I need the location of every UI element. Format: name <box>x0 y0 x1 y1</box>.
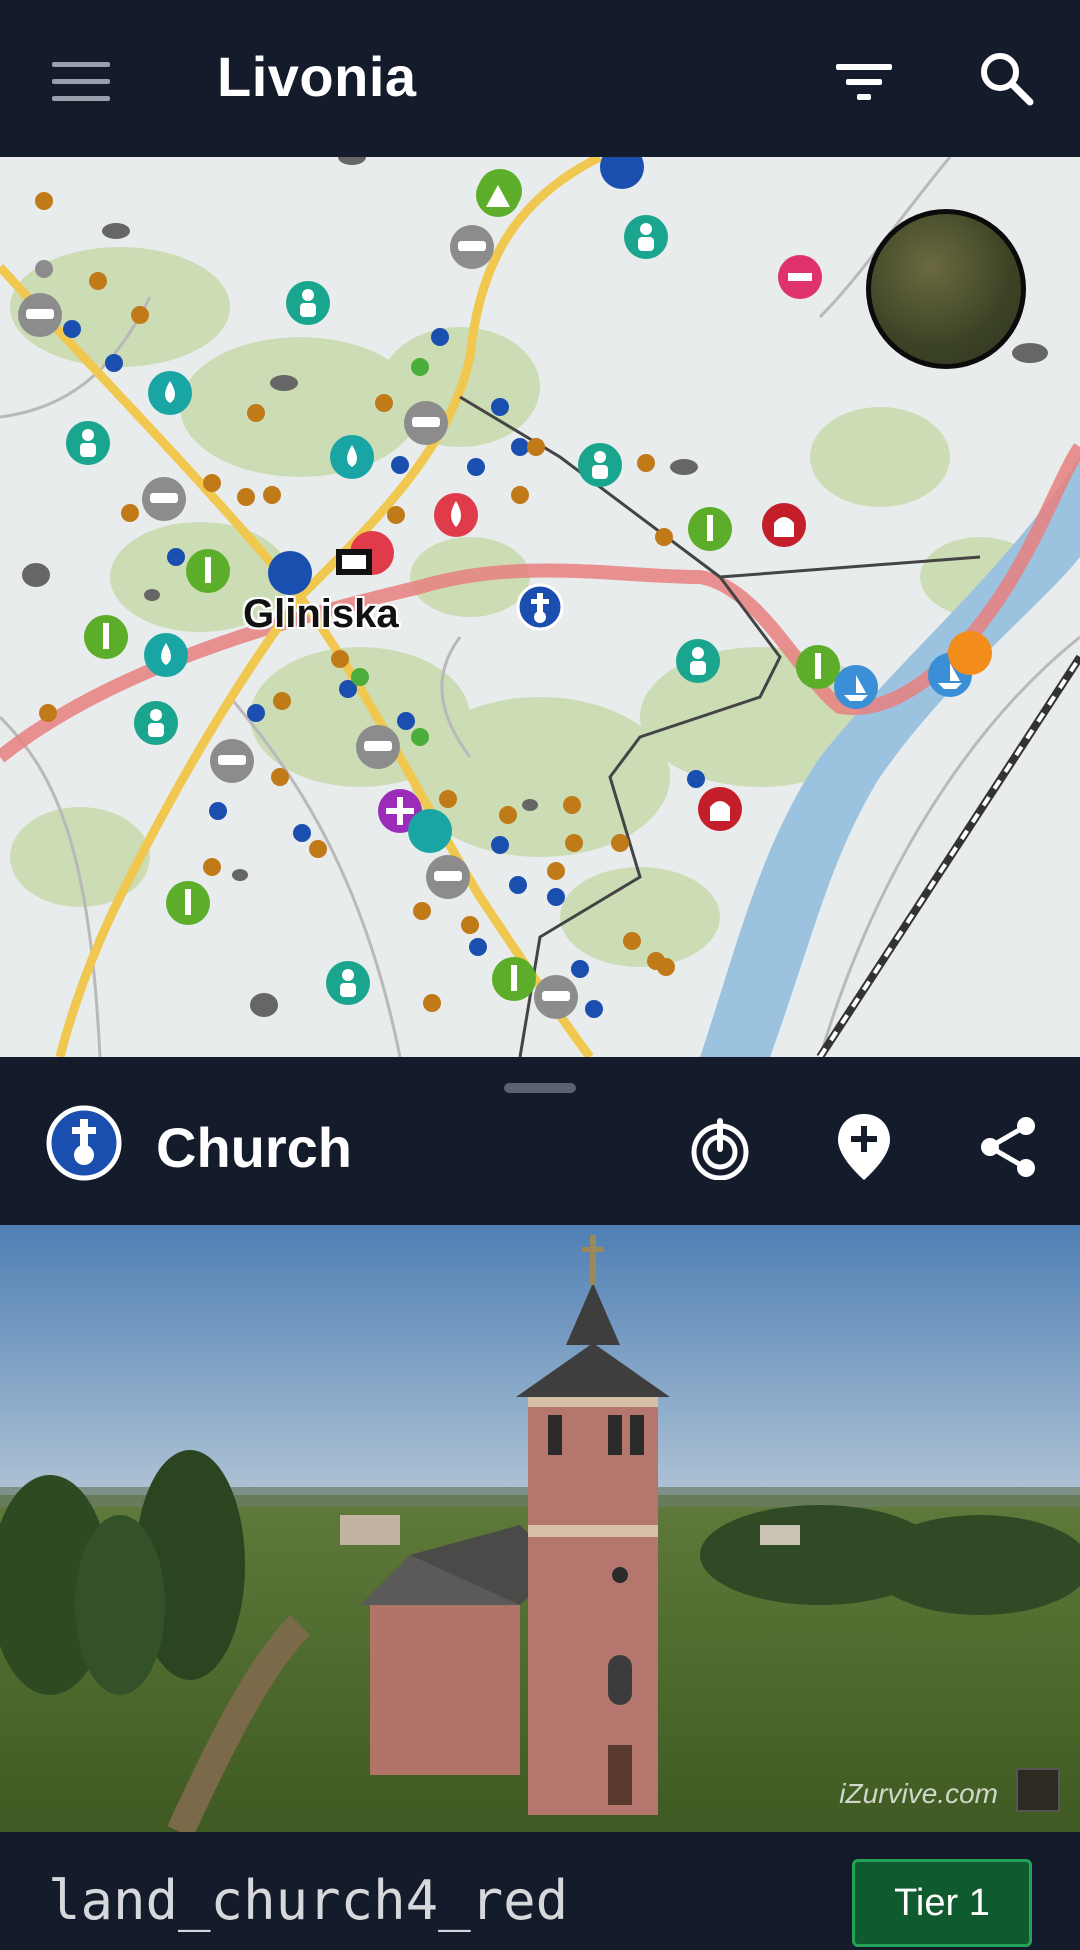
person-marker-2 <box>624 215 668 259</box>
town-label: Gliniska <box>243 592 399 636</box>
church-marker <box>516 583 564 631</box>
camp-marker <box>476 173 520 217</box>
map-view[interactable]: Gliniska <box>0 157 1080 1057</box>
farm-marker-2 <box>688 507 732 551</box>
vehicle-marker-1 <box>18 293 62 337</box>
water-marker-1 <box>148 371 192 415</box>
water-marker-2 <box>330 435 374 479</box>
class-name: land_church4_red <box>48 1869 569 1932</box>
search-button[interactable] <box>964 36 1048 120</box>
page-title: Livonia <box>217 45 417 108</box>
church-icon <box>46 1105 122 1181</box>
satellite-minimap[interactable] <box>866 209 1026 369</box>
filter-icon <box>836 64 892 100</box>
blue-marker-2 <box>600 157 644 189</box>
locate-button[interactable] <box>678 1105 762 1189</box>
fire-marker <box>434 493 478 537</box>
memorial-marker <box>336 549 372 575</box>
farm-marker-3 <box>186 549 230 593</box>
add-marker-icon <box>838 1114 890 1180</box>
vehicle-marker-7 <box>426 855 470 899</box>
farm-marker-6 <box>166 881 210 925</box>
vehicle-marker-8 <box>534 975 578 1019</box>
sled-marker <box>778 255 822 299</box>
orange-marker <box>948 631 992 675</box>
share-button[interactable] <box>966 1105 1050 1189</box>
poi-title: Church <box>156 1116 352 1179</box>
cave-marker-2 <box>698 787 742 831</box>
farm-marker-4 <box>84 615 128 659</box>
locate-icon <box>691 1118 749 1180</box>
teal-marker <box>408 809 452 853</box>
watermark-logo-icon <box>1016 1768 1060 1812</box>
detail-sheet: Church iZurvive.com land_church4_red Tie… <box>0 1057 1080 1950</box>
share-icon <box>981 1117 1035 1177</box>
cave-marker-1 <box>762 503 806 547</box>
blue-marker-1 <box>268 551 312 595</box>
person-marker-3 <box>578 443 622 487</box>
filter-button[interactable] <box>822 40 906 124</box>
vehicle-marker-2 <box>450 225 494 269</box>
person-marker-4 <box>66 421 110 465</box>
water-marker-3 <box>144 633 188 677</box>
tier-badge[interactable]: Tier 1 <box>852 1859 1032 1947</box>
app-bar: Livonia <box>0 0 1080 157</box>
farm-marker-7 <box>492 957 536 1001</box>
add-marker-button[interactable] <box>822 1105 906 1189</box>
boat-marker-1 <box>834 665 878 709</box>
person-marker-6 <box>676 639 720 683</box>
menu-icon <box>52 62 110 101</box>
search-icon <box>981 53 1034 106</box>
vehicle-marker-6 <box>356 725 400 769</box>
menu-button[interactable] <box>40 40 124 124</box>
location-photo: iZurvive.com <box>0 1225 1080 1832</box>
vehicle-marker-5 <box>210 739 254 783</box>
vehicle-marker-4 <box>142 477 186 521</box>
vehicle-marker-3 <box>404 401 448 445</box>
farm-marker-5 <box>796 645 840 689</box>
person-marker-7 <box>326 961 370 1005</box>
sheet-drag-handle[interactable] <box>504 1083 576 1093</box>
person-marker-1 <box>286 281 330 325</box>
photo-watermark: iZurvive.com <box>839 1778 998 1809</box>
person-marker-5 <box>134 701 178 745</box>
